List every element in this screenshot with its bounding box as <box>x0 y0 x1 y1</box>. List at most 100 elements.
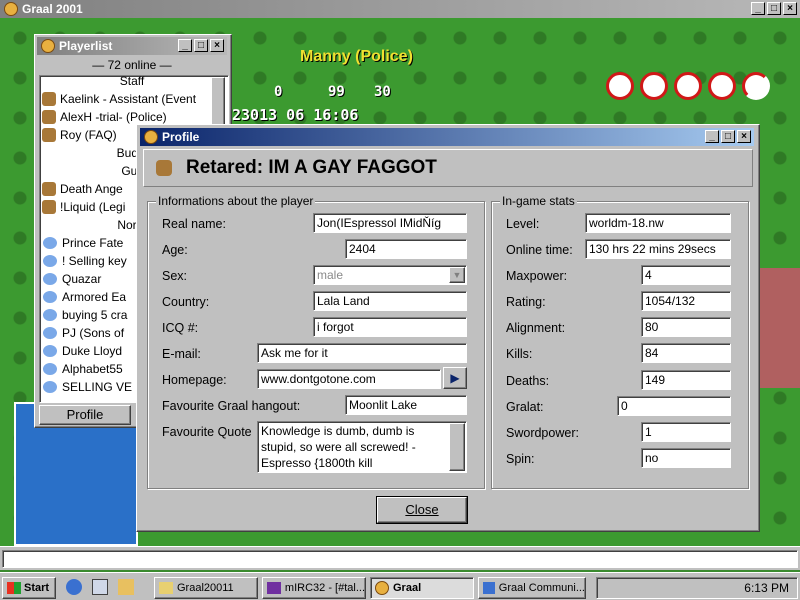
game-window-title: Graal 2001 <box>22 2 83 16</box>
player-list-label: ! Selling key <box>62 254 127 268</box>
email-label: E-mail: <box>162 347 201 361</box>
chat-bubble-icon <box>42 272 58 286</box>
task-graal-community[interactable]: Graal Communi... <box>478 577 586 599</box>
online-time-field[interactable]: 130 hrs 22 mins 29secs <box>585 239 731 259</box>
kills-field[interactable]: 84 <box>641 343 731 363</box>
player-list-label: SELLING VE <box>62 380 133 394</box>
player-list-label: Armored Ea <box>62 290 127 304</box>
player-list-label: Quazar <box>62 272 102 286</box>
open-homepage-button[interactable]: ▶ <box>443 367 467 389</box>
real-name-field[interactable]: Jon(IEspressol IMidŇíg <box>313 213 467 233</box>
chat-bubble-icon <box>42 236 58 250</box>
minimize-button[interactable]: _ <box>751 2 765 15</box>
close-button[interactable]: × <box>783 2 797 15</box>
icq-label: ICQ #: <box>162 321 199 335</box>
maximize-button[interactable]: □ <box>721 130 735 143</box>
rating-field[interactable]: 1054/132 <box>641 291 731 311</box>
task-label: Graal20011 <box>177 582 234 594</box>
sex-select[interactable]: male <box>313 265 467 285</box>
gralat-field[interactable]: 0 <box>617 396 731 416</box>
chat-bubble-icon <box>42 326 58 340</box>
age-label: Age: <box>162 243 188 257</box>
chat-bubble-icon <box>42 344 58 358</box>
playerlist-titlebar: Playerlist _ □ × <box>37 37 227 55</box>
player-avatar-icon <box>156 160 172 176</box>
profile-header: Retared: IM A GAY FAGGOT <box>143 149 753 187</box>
hud-rupees: 0 <box>274 84 283 100</box>
chevron-down-icon[interactable]: ▼ <box>449 267 465 283</box>
player-list-label: Alphabet55 <box>62 362 123 376</box>
hud-time-readout: 23013 06 16:06 <box>232 106 359 124</box>
email-field[interactable]: Ask me for it <box>257 343 467 363</box>
hangout-label: Favourite Graal hangout: <box>162 399 301 413</box>
close-button[interactable]: × <box>737 130 751 143</box>
minimize-button[interactable]: _ <box>705 130 719 143</box>
task-mirc[interactable]: mIRC32 - [#tal... <box>262 577 366 599</box>
alignment-label: Alignment: <box>506 321 566 335</box>
quote-scrollbar[interactable] <box>449 423 465 471</box>
graal-app-icon <box>144 130 158 144</box>
minimize-button[interactable]: _ <box>178 39 192 52</box>
homepage-field[interactable]: www.dontgotone.com <box>257 369 441 389</box>
quote-textarea[interactable]: Knowledge is dumb, dumb is stupid, so we… <box>257 421 467 473</box>
player-avatar-icon <box>42 110 56 124</box>
task-label: mIRC32 - [#tal... <box>284 582 365 594</box>
hangout-field[interactable]: Moonlit Lake <box>345 395 467 415</box>
quote-label: Favourite Quote <box>162 425 252 439</box>
heart-icon <box>606 72 634 100</box>
alignment-field[interactable]: 80 <box>641 317 731 337</box>
player-list-label: Death Ange <box>60 182 123 196</box>
spin-label: Spin: <box>506 452 535 466</box>
player-list-label: Roy (FAQ) <box>60 128 117 142</box>
online-count: — 72 online — <box>92 58 172 72</box>
online-time-label: Online time: <box>506 243 573 257</box>
icq-field[interactable]: i forgot <box>313 317 467 337</box>
player-list-label: PJ (Sons of <box>62 326 125 340</box>
age-field[interactable]: 2404 <box>345 239 467 259</box>
folder-icon <box>159 582 173 594</box>
heart-icon <box>640 72 668 100</box>
swordpower-field[interactable]: 1 <box>641 422 731 442</box>
player-list-label: Kaelink - Assistant (Event <box>60 92 197 106</box>
system-tray: 6:13 PM <box>596 577 798 599</box>
player-avatar-icon <box>42 182 56 196</box>
level-field[interactable]: worldm-18.nw <box>585 213 731 233</box>
player-list-item[interactable]: Kaelink - Assistant (Event <box>38 90 226 108</box>
task-graal[interactable]: Graal <box>370 577 474 599</box>
player-list-label: Prince Fate <box>62 236 124 250</box>
chat-bubble-icon <box>42 380 58 394</box>
chat-bar <box>0 546 800 570</box>
profile-title: Profile <box>162 130 200 144</box>
profile-dialog: Profile _ □ × Retared: IM A GAY FAGGOT I… <box>136 124 760 532</box>
hud-bombs: 99 <box>328 84 345 100</box>
chat-input[interactable] <box>2 550 798 568</box>
show-desktop-icon[interactable] <box>92 579 108 595</box>
quicklaunch-icon[interactable] <box>118 579 134 595</box>
player-list-label: Duke Lloyd <box>62 344 123 358</box>
ingame-stats-group-label: In-game stats <box>500 194 577 208</box>
playerlist-title: Playerlist <box>59 39 113 53</box>
player-avatar-icon <box>42 92 56 106</box>
deaths-field[interactable]: 149 <box>641 370 731 390</box>
task-label: Graal <box>393 582 422 594</box>
profile-button[interactable]: Profile <box>39 405 131 425</box>
start-button[interactable]: Start <box>2 577 56 599</box>
maxpower-field[interactable]: 4 <box>641 265 731 285</box>
game-window-titlebar: Graal 2001 _ □ × <box>0 0 800 18</box>
level-label: Level: <box>506 217 540 231</box>
maximize-button[interactable]: □ <box>767 2 781 15</box>
chat-bubble-icon <box>42 362 58 376</box>
graal-app-icon <box>41 39 55 53</box>
maximize-button[interactable]: □ <box>194 39 208 52</box>
gralat-label: Gralat: <box>506 400 544 414</box>
spin-field[interactable]: no <box>641 448 731 468</box>
close-button[interactable]: × <box>210 39 224 52</box>
sex-label: Sex: <box>162 269 188 283</box>
ie-icon[interactable] <box>66 579 82 595</box>
heart-icon <box>674 72 702 100</box>
play-arrow-icon: ▶ <box>450 371 460 385</box>
task-graal20011[interactable]: Graal20011 <box>154 577 258 599</box>
graal-app-icon <box>375 581 389 595</box>
country-field[interactable]: Lala Land <box>313 291 467 311</box>
close-dialog-button[interactable]: Close <box>376 496 468 524</box>
